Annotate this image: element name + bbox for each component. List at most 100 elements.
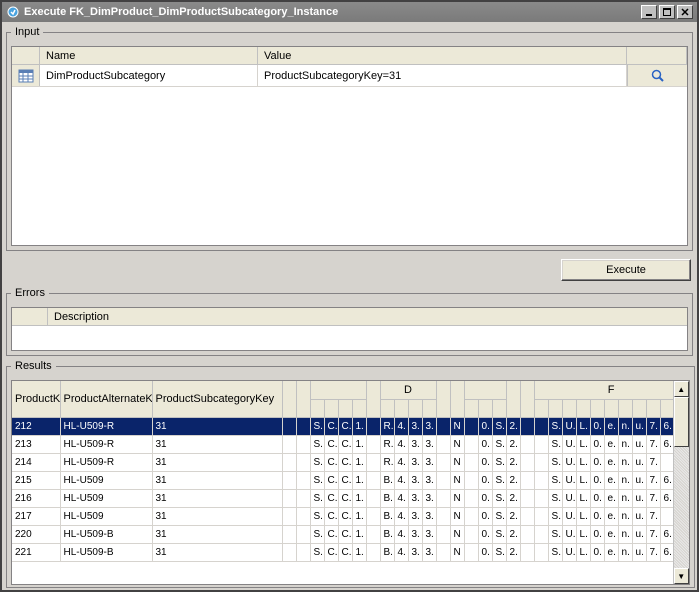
cell-narrow: e.	[604, 453, 618, 471]
table-row[interactable]: 216HL-U50931S.C.C.1.B.4.3.3.N0.S.2.S.U.L…	[12, 489, 688, 507]
cell-narrow: 3.	[408, 453, 422, 471]
input-header-corner	[12, 47, 40, 65]
col-subheader[interactable]	[422, 399, 436, 417]
errors-grid[interactable]: Description	[11, 307, 688, 351]
results-grid[interactable]: ProductKeProductAlternateKeProductSubcat…	[11, 380, 690, 585]
cell-narrow: S.	[548, 543, 562, 561]
input-header-name[interactable]: Name	[40, 47, 258, 65]
cell-narrow: 2.	[506, 435, 520, 453]
col-subheader[interactable]	[324, 399, 338, 417]
scroll-track[interactable]	[674, 397, 689, 568]
input-value-cell[interactable]: ProductSubcategoryKey=31	[258, 65, 627, 86]
col-subheader[interactable]	[590, 399, 604, 417]
col-header-narrow[interactable]	[436, 381, 450, 417]
col-subheader[interactable]	[646, 399, 660, 417]
cell-narrow	[282, 543, 296, 561]
col-subheader[interactable]	[604, 399, 618, 417]
table-row[interactable]: 212HL-U509-R31S.C.C.1.R.4.3.3.N0.S.2.S.U…	[12, 417, 688, 435]
cell-narrow: n.	[618, 543, 632, 561]
cell-narrow: n.	[618, 453, 632, 471]
cell-narrow	[436, 489, 450, 507]
scroll-up-button[interactable]: ▲	[674, 381, 689, 397]
col-header-subcatkey[interactable]: ProductSubcategoryKey	[152, 381, 282, 417]
cell-narrow	[534, 453, 548, 471]
col-header-altkey[interactable]: ProductAlternateKe	[60, 381, 152, 417]
input-grid[interactable]: Name Value DimProductSubcategory Product…	[11, 46, 688, 246]
results-vertical-scrollbar[interactable]: ▲ ▼	[673, 381, 689, 584]
col-subheader[interactable]	[310, 399, 324, 417]
col-subheader[interactable]	[338, 399, 352, 417]
execute-button[interactable]: Execute	[561, 259, 691, 281]
cell-narrow	[366, 543, 380, 561]
input-lookup-button[interactable]	[627, 65, 687, 86]
cell-narrow: u.	[632, 471, 646, 489]
errors-header-description[interactable]: Description	[48, 308, 687, 326]
close-button[interactable]	[677, 5, 693, 19]
col-subheader[interactable]	[618, 399, 632, 417]
cell-narrow: 0.	[478, 453, 492, 471]
cell-narrow	[520, 471, 534, 489]
scroll-down-button[interactable]: ▼	[674, 568, 689, 584]
cell-narrow: 7.	[646, 417, 660, 435]
cell-narrow: 3.	[408, 489, 422, 507]
col-group-header[interactable]	[464, 381, 506, 399]
cell-narrow: L.	[576, 507, 590, 525]
cell-narrow	[520, 417, 534, 435]
col-subheader[interactable]	[464, 399, 478, 417]
col-subheader[interactable]	[576, 399, 590, 417]
cell-productkey: 221	[12, 543, 60, 561]
table-row[interactable]: 221HL-U509-B31S.C.C.1.B.4.3.3.N0.S.2.S.U…	[12, 543, 688, 561]
cell-narrow: 0.	[478, 417, 492, 435]
col-subheader[interactable]	[352, 399, 366, 417]
col-subheader[interactable]	[548, 399, 562, 417]
col-subheader[interactable]	[408, 399, 422, 417]
cell-narrow: 3.	[422, 489, 436, 507]
scroll-thumb[interactable]	[674, 397, 689, 447]
col-subheader[interactable]	[492, 399, 506, 417]
col-subheader[interactable]	[562, 399, 576, 417]
cell-narrow	[366, 525, 380, 543]
col-subheader[interactable]	[380, 399, 394, 417]
cell-narrow: C.	[324, 471, 338, 489]
col-subheader[interactable]	[394, 399, 408, 417]
col-header-narrow[interactable]	[506, 381, 520, 417]
col-header-narrow[interactable]	[520, 381, 534, 417]
cell-narrow: C.	[338, 471, 352, 489]
cell-narrow: 1.	[352, 417, 366, 435]
cell-narrow	[282, 435, 296, 453]
col-header-narrow[interactable]	[366, 381, 380, 417]
table-row[interactable]: 214HL-U509-R31S.C.C.1.R.4.3.3.N0.S.2.S.U…	[12, 453, 688, 471]
col-subheader[interactable]	[534, 399, 548, 417]
col-group-header[interactable]: D	[380, 381, 436, 399]
cell-narrow	[366, 453, 380, 471]
col-header-narrow[interactable]	[282, 381, 296, 417]
col-subheader[interactable]	[478, 399, 492, 417]
errors-legend: Errors	[11, 287, 49, 299]
input-header-value[interactable]: Value	[258, 47, 627, 65]
col-subheader[interactable]	[632, 399, 646, 417]
cell-narrow	[436, 471, 450, 489]
table-row[interactable]: 217HL-U50931S.C.C.1.B.4.3.3.N0.S.2.S.U.L…	[12, 507, 688, 525]
table-row[interactable]: 213HL-U509-R31S.C.C.1.R.4.3.3.N0.S.2.S.U…	[12, 435, 688, 453]
cell-narrow: e.	[604, 543, 618, 561]
cell-narrow: 2.	[506, 507, 520, 525]
cell-subcatkey: 31	[152, 453, 282, 471]
col-group-header[interactable]	[310, 381, 366, 399]
col-group-header[interactable]: F	[534, 381, 688, 399]
cell-narrow	[296, 525, 310, 543]
titlebar[interactable]: Execute FK_DimProduct_DimProductSubcateg…	[2, 2, 697, 22]
col-header-productkey[interactable]: ProductKe	[12, 381, 60, 417]
input-row[interactable]: DimProductSubcategory ProductSubcategory…	[12, 65, 687, 87]
minimize-button[interactable]	[641, 5, 657, 19]
cell-narrow: R.	[380, 453, 394, 471]
col-header-narrow[interactable]	[450, 381, 464, 417]
table-row[interactable]: 220HL-U509-B31S.C.C.1.B.4.3.3.N0.S.2.S.U…	[12, 525, 688, 543]
input-name-cell[interactable]: DimProductSubcategory	[40, 65, 258, 86]
cell-narrow: U.	[562, 435, 576, 453]
cell-narrow: e.	[604, 507, 618, 525]
table-row[interactable]: 215HL-U50931S.C.C.1.B.4.3.3.N0.S.2.S.U.L…	[12, 471, 688, 489]
maximize-button[interactable]	[659, 5, 675, 19]
col-header-narrow[interactable]	[296, 381, 310, 417]
cell-narrow: L.	[576, 489, 590, 507]
cell-narrow	[520, 435, 534, 453]
